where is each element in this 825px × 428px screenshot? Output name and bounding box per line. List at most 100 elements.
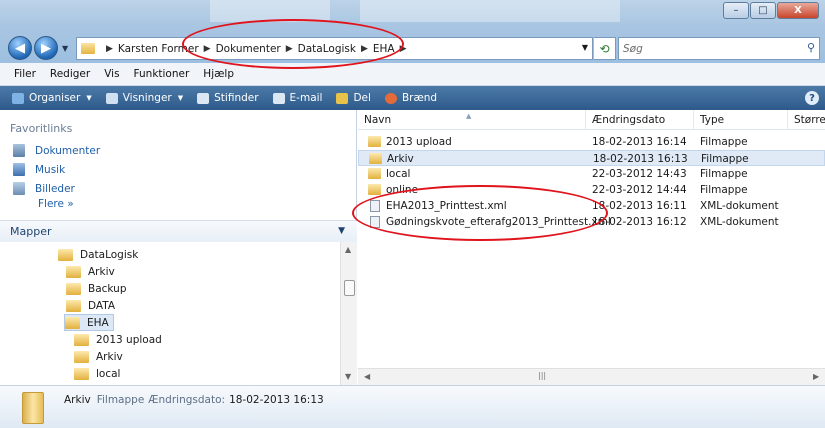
chevron-right-icon[interactable]: ▶ xyxy=(361,44,368,54)
folder-icon xyxy=(81,43,95,54)
breadcrumb-item-dokumenter[interactable]: Dokumenter xyxy=(216,43,281,55)
scrollbar-grip[interactable]: ||| xyxy=(538,371,546,380)
folder-icon xyxy=(66,299,81,312)
folders-heading[interactable]: Mapper ▼ xyxy=(0,220,357,242)
file-row-local[interactable]: local 22-03-2012 14:43 Filmappe xyxy=(358,166,825,182)
tree-item-local[interactable]: local xyxy=(74,365,120,382)
share-button[interactable]: Del xyxy=(336,92,371,104)
breadcrumb-item-karsten-former[interactable]: Karsten Former xyxy=(118,43,199,55)
file-type: Filmappe xyxy=(700,136,748,148)
history-chevron-down-icon[interactable]: ▼ xyxy=(62,44,68,53)
folder-icon xyxy=(58,248,73,261)
scroll-right-icon[interactable]: ▶ xyxy=(813,372,819,381)
address-bar[interactable]: ▶ Karsten Former ▶ Dokumenter ▶ DataLogi… xyxy=(76,37,593,60)
menu-rediger[interactable]: Rediger xyxy=(50,68,90,80)
chevron-down-icon[interactable]: ▼ xyxy=(582,43,588,52)
breadcrumb-item-datalogisk[interactable]: DataLogisk xyxy=(298,43,356,55)
file-row-eha2013-printtest[interactable]: EHA2013_Printtest.xml 18-02-2013 16:11 X… xyxy=(358,198,825,214)
chevron-down-icon[interactable]: ▼ xyxy=(338,226,345,236)
email-icon xyxy=(272,92,285,104)
tree-item-label: DataLogisk xyxy=(80,248,139,261)
scroll-left-icon[interactable]: ◀ xyxy=(364,372,370,381)
menu-funktioner[interactable]: Funktioner xyxy=(134,68,190,80)
file-row-godningskvote-printtest[interactable]: Gødningskvote_efterafg2013_Printtest.xml… xyxy=(358,214,825,230)
folder-icon xyxy=(368,184,381,195)
scroll-up-icon[interactable]: ▲ xyxy=(345,245,351,254)
views-button[interactable]: Visninger ▼ xyxy=(105,92,184,104)
sidebar-item-dokumenter[interactable]: Dokumenter xyxy=(13,144,100,157)
explorer-button[interactable]: Stifinder xyxy=(197,92,259,104)
chevron-right-icon[interactable]: ▶ xyxy=(204,44,211,54)
breadcrumb-item-eha[interactable]: EHA xyxy=(373,43,395,55)
forward-arrow-icon[interactable]: ▶ xyxy=(34,36,58,60)
file-type: Filmappe xyxy=(700,184,748,196)
file-type: XML-dokument xyxy=(700,216,779,228)
folder-icon xyxy=(65,316,80,329)
column-date[interactable]: Ændringsdato xyxy=(586,110,694,130)
file-row-online[interactable]: online 22-03-2012 14:44 Filmappe xyxy=(358,182,825,198)
chevron-right-icon[interactable]: ▶ xyxy=(286,44,293,54)
details-text: Arkiv Filmappe Ændringsdato: 18-02-2013 … xyxy=(64,394,324,406)
breadcrumb: ▶ Karsten Former ▶ Dokumenter ▶ DataLogi… xyxy=(101,43,412,55)
search-icon[interactable]: ⚲ xyxy=(807,41,815,54)
folder-tree: DataLogisk Arkiv Backup DATA EHA 2013 up… xyxy=(0,242,340,385)
chevron-down-icon: ▼ xyxy=(177,94,184,102)
close-button[interactable]: X xyxy=(777,2,819,19)
tree-item-backup[interactable]: Backup xyxy=(66,280,127,297)
minimize-button[interactable]: – xyxy=(723,2,749,19)
sidebar-item-musik[interactable]: Musik xyxy=(13,163,65,176)
column-size[interactable]: Størrelse xyxy=(788,110,825,130)
tree-item-arkiv[interactable]: Arkiv xyxy=(66,263,115,280)
tree-item-data[interactable]: DATA xyxy=(66,297,115,314)
menu-bar: Filer Rediger Vis Funktioner Hjælp xyxy=(0,63,825,86)
tree-item-label: DATA xyxy=(88,299,116,312)
file-list-scrollbar[interactable]: ◀ ||| ▶ xyxy=(358,368,825,385)
chevron-right-icon[interactable]: ▶ xyxy=(400,44,407,54)
details-name: Arkiv xyxy=(64,394,91,406)
tree-item-datalogisk[interactable]: DataLogisk xyxy=(58,246,138,263)
scrollbar-thumb[interactable] xyxy=(344,280,355,296)
tree-scrollbar[interactable]: ▲ ▼ xyxy=(340,242,357,385)
menu-filer[interactable]: Filer xyxy=(14,68,36,80)
email-label: E-mail xyxy=(289,92,323,104)
file-row-arkiv[interactable]: Arkiv 18-02-2013 16:13 Filmappe xyxy=(358,150,825,166)
column-name[interactable]: Navn ▲ xyxy=(358,110,586,130)
search-placeholder: Søg xyxy=(623,42,643,55)
file-date: 18-02-2013 16:11 xyxy=(592,200,687,212)
sidebar-item-label: Dokumenter xyxy=(35,144,101,157)
maximize-button[interactable]: □ xyxy=(750,2,776,19)
menu-hjaelp[interactable]: Hjælp xyxy=(203,68,234,80)
folders-heading-label: Mapper xyxy=(10,225,52,238)
chevron-right-icon[interactable]: ▶ xyxy=(106,44,113,54)
file-row-2013-upload[interactable]: 2013 upload 18-02-2013 16:14 Filmappe xyxy=(358,134,825,150)
burn-button[interactable]: Brænd xyxy=(384,92,437,104)
file-type: XML-dokument xyxy=(700,200,779,212)
sidebar-item-label: Billeder xyxy=(35,182,75,195)
tree-item-label: 2013 upload xyxy=(96,333,162,346)
tree-item-label: Backup xyxy=(88,282,127,295)
column-type[interactable]: Type xyxy=(694,110,788,130)
file-name: Arkiv xyxy=(387,153,414,165)
scroll-down-icon[interactable]: ▼ xyxy=(345,372,351,381)
sidebar-item-billeder[interactable]: Billeder xyxy=(13,182,75,195)
share-label: Del xyxy=(353,92,371,104)
menu-vis[interactable]: Vis xyxy=(104,68,119,80)
help-icon[interactable]: ? xyxy=(805,91,819,105)
refresh-icon[interactable]: ⟲ xyxy=(594,37,616,60)
more-links[interactable]: Flere » xyxy=(38,198,74,210)
tree-item-eha[interactable]: EHA xyxy=(64,314,114,331)
music-icon xyxy=(13,163,25,176)
back-arrow-icon[interactable]: ◀ xyxy=(8,36,32,60)
email-button[interactable]: E-mail xyxy=(272,92,323,104)
folder-icon xyxy=(74,367,89,380)
tree-item-2013-upload[interactable]: 2013 upload xyxy=(74,331,162,348)
organise-button[interactable]: Organiser ▼ xyxy=(12,92,92,104)
tree-item-arkiv-sub[interactable]: Arkiv xyxy=(74,348,123,365)
search-input[interactable]: Søg ⚲ xyxy=(618,37,820,60)
views-icon xyxy=(105,92,118,104)
navigation-buttons: ◀ ▶ ▼ xyxy=(8,36,68,60)
chevron-down-icon: ▼ xyxy=(86,94,92,102)
file-name: Gødningskvote_efterafg2013_Printtest.xml xyxy=(386,216,611,228)
file-date: 18-02-2013 16:12 xyxy=(592,216,687,228)
file-name: EHA2013_Printtest.xml xyxy=(386,200,507,212)
